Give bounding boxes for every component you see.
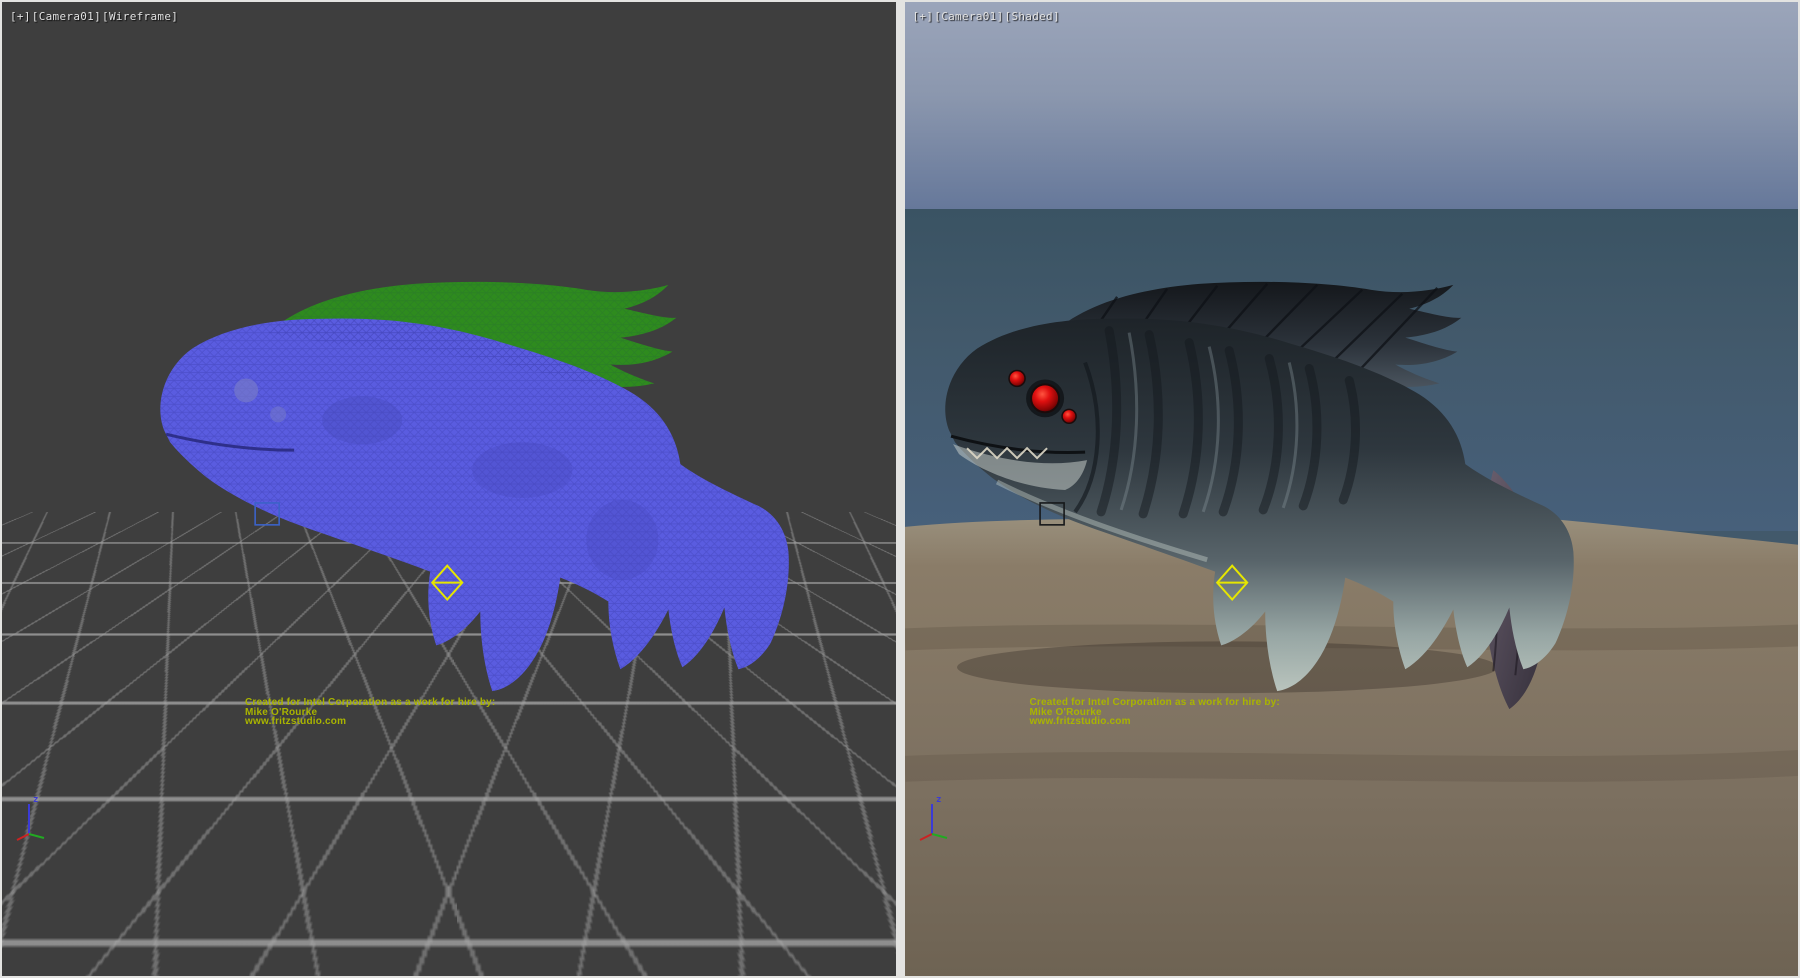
shaded-scene <box>905 2 1799 976</box>
fish-eye-small[interactable] <box>1062 409 1076 423</box>
shading-mode-label[interactable]: [Wireframe] <box>102 10 178 23</box>
viewport-wireframe[interactable]: [+][Camera01][Wireframe] <box>2 2 896 976</box>
fish-eye <box>234 378 258 402</box>
camera-label[interactable]: [Camera01] <box>32 10 101 23</box>
fish-model[interactable] <box>160 282 789 691</box>
ground-ripple <box>905 635 1799 639</box>
ground-ripple <box>905 763 1799 769</box>
credit-line: www.fritzstudio.com <box>245 717 495 727</box>
dual-viewport-stage: [+][Camera01][Wireframe] <box>0 0 1800 978</box>
axis-y-line <box>932 834 947 838</box>
mesh-density-blotch <box>586 500 658 580</box>
shading-mode-label[interactable]: [Shaded] <box>1005 10 1060 23</box>
axis-x-line <box>17 834 29 840</box>
world-axis-gizmo: z <box>917 790 963 842</box>
credit-line: www.fritzstudio.com <box>1030 717 1280 727</box>
credit-text: Created for Intel Corporation as a work … <box>1030 698 1280 727</box>
credit-text: Created for Intel Corporation as a work … <box>245 698 495 727</box>
fish-eye[interactable] <box>1031 384 1059 412</box>
camera-label[interactable]: [Camera01] <box>934 10 1003 23</box>
viewport-label: [+][Camera01][Wireframe] <box>10 10 179 23</box>
viewport-menu-icon[interactable]: [+] <box>913 10 934 23</box>
fish-eye-small[interactable] <box>1009 370 1025 386</box>
mesh-density-blotch <box>322 396 402 444</box>
axis-z-label: z <box>33 795 38 805</box>
wireframe-scene <box>2 2 896 976</box>
axis-y-line <box>29 834 44 838</box>
ground <box>905 511 1799 976</box>
fish-eye-small <box>270 406 286 422</box>
world-axis-gizmo: z <box>14 790 60 842</box>
viewport-menu-icon[interactable]: [+] <box>10 10 31 23</box>
viewport-shaded[interactable]: [+][Camera01][Shaded] <box>905 2 1799 976</box>
axis-z-label: z <box>936 795 941 805</box>
mesh-density-blotch <box>472 442 572 498</box>
axis-x-line <box>920 834 932 840</box>
viewport-label: [+][Camera01][Shaded] <box>913 10 1061 23</box>
